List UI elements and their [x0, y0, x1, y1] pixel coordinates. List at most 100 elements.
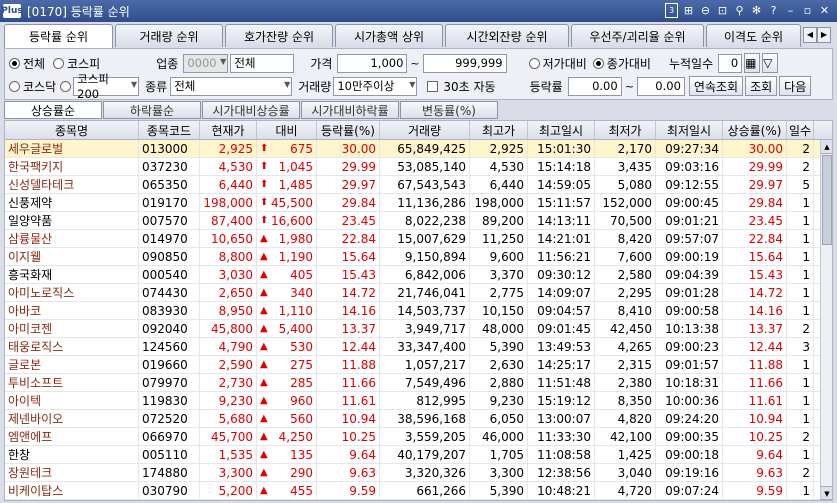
col-price[interactable]: 현재가	[200, 121, 257, 139]
volume-select[interactable]: 10만주이상	[333, 76, 418, 96]
industry-name-field[interactable]: 전체	[230, 53, 295, 73]
table-row[interactable]: 삼륭물산 014970 10,650 ▲ 1,980 22.84 15,007,629 11,…	[5, 230, 832, 248]
radio-market-kospi[interactable]: 코스피	[53, 55, 100, 72]
filter-icon[interactable]: ▽	[762, 53, 779, 73]
tab-volume-rank[interactable]: 거래량 순위	[115, 24, 223, 47]
price-from-input[interactable]: 1,000	[337, 53, 408, 73]
auto-checkbox[interactable]	[427, 80, 439, 92]
industry-code-select[interactable]: 0000	[183, 53, 229, 73]
table-row[interactable]: 신풍제약 019170 198,000 ⬆ 45,500 29.84 11,136,286 1…	[5, 194, 832, 212]
col-low[interactable]: 최저가	[595, 121, 656, 139]
col-high-time[interactable]: 최고일시	[528, 121, 595, 139]
close-icon[interactable]: ✕	[818, 3, 831, 18]
col-rise[interactable]: 상승률(%)	[723, 121, 787, 139]
rate-from-input[interactable]: 0.00	[567, 76, 622, 96]
up-arrow-icon: ▲	[260, 395, 268, 406]
tab-disparity-rank[interactable]: 이격도 순위	[706, 24, 801, 47]
query-button[interactable]: 조회	[745, 76, 778, 96]
table-row[interactable]: 일양약품 007570 87,400 ⬆ 16,600 23.45 8,022,238 89,…	[5, 212, 832, 230]
scroll-thumb[interactable]	[822, 155, 832, 245]
copy-icon[interactable]: ⊞	[682, 3, 695, 18]
table-row[interactable]: 아이텍 119830 9,230 ▲ 960 11.61 812,995 9,230 15:19…	[5, 392, 832, 410]
col-high[interactable]: 최고가	[470, 121, 528, 139]
radio-market-kosdaq[interactable]: 코스닥	[9, 78, 56, 95]
days-input[interactable]: 0	[718, 53, 743, 73]
page-box-icon[interactable]: 3	[665, 3, 678, 18]
subtab-fall[interactable]: 하락률순	[103, 101, 201, 119]
next-button[interactable]: 다음	[779, 76, 812, 96]
cell-volume: 11,136,286	[380, 194, 470, 211]
cell-rise: 15.43	[723, 266, 787, 283]
type-select[interactable]: 전체	[170, 76, 293, 96]
col-rate[interactable]: 등락률(%)	[317, 121, 380, 139]
window-restore-icon[interactable]: ▫	[801, 3, 814, 18]
radio-low-vs[interactable]: 저가대비	[528, 55, 587, 72]
tab-preferred-rank[interactable]: 우선주/괴리율 순위	[571, 24, 704, 47]
up-arrow-icon: ▲	[260, 323, 268, 334]
col-code[interactable]: 종목코드	[139, 121, 200, 139]
tab-afterhours-rank[interactable]: 시간외잔량 순위	[445, 24, 569, 47]
table-row[interactable]: 한창 005110 1,535 ▲ 135 9.64 40,179,207 1,705 11:0…	[5, 446, 832, 464]
table-row[interactable]: 흥국화재 000540 3,030 ▲ 405 15.43 6,842,006 3,370 09…	[5, 266, 832, 284]
tab-left-icon[interactable]: ◀	[803, 27, 817, 43]
table-row[interactable]: 투비소프트 079970 2,730 ▲ 285 11.66 7,549,496 2,880 1…	[5, 374, 832, 392]
col-change[interactable]: 대비	[257, 121, 317, 139]
radio-index[interactable]	[60, 80, 72, 92]
table-row[interactable]: 이지웰 090850 8,800 ▲ 1,190 15.64 9,150,894 9,600 1…	[5, 248, 832, 266]
subtab-volatility[interactable]: 변동률(%)	[400, 101, 498, 119]
subtab-rise[interactable]: 상승률순	[4, 101, 102, 119]
subtab-open-rise[interactable]: 시가대비상승률	[202, 101, 300, 119]
cell-volume: 15,007,629	[380, 230, 470, 247]
col-volume[interactable]: 거래량	[380, 121, 470, 139]
table-row[interactable]: 아미코젠 092040 45,800 ▲ 5,400 13.37 3,949,717 48,0…	[5, 320, 832, 338]
cell-low: 152,000	[595, 194, 656, 211]
price-to-input[interactable]: 999,999	[422, 53, 507, 73]
col-name[interactable]: 종목명	[5, 121, 139, 139]
cell-low: 4,265	[595, 338, 656, 355]
scroll-down-icon[interactable]: ▼	[821, 486, 832, 500]
radio-market-all[interactable]: 전체	[9, 55, 45, 72]
up-arrow-icon: ⬆	[260, 215, 269, 226]
calendar-icon[interactable]: ▦	[744, 53, 761, 73]
cell-code: 083930	[139, 302, 200, 319]
table-row[interactable]: 세우글로벌 013000 2,925 ⬆ 675 30.00 65,849,425 2,925…	[5, 140, 832, 158]
cell-volume: 67,543,543	[380, 176, 470, 193]
vertical-scrollbar[interactable]: ▲ ▼	[820, 140, 832, 500]
tab-marketcap-rank[interactable]: 시가총액 상위	[335, 24, 443, 47]
pin-icon[interactable]: ⚲	[733, 3, 746, 18]
cell-low-time: 09:24:20	[656, 410, 723, 427]
table-row[interactable]: 장원테크 174880 3,300 ▲ 290 9.63 3,320,326 3,300 12:…	[5, 464, 832, 482]
col-low-time[interactable]: 최저일시	[656, 121, 723, 139]
minimize-icon[interactable]: ⊖	[699, 3, 712, 18]
table-row[interactable]: 아미노로직스 074430 2,650 ▲ 340 14.72 21,746,041 2,77…	[5, 284, 832, 302]
table-row[interactable]: 신성델타테크 065350 6,440 ⬆ 1,485 29.97 67,543,543 6,…	[5, 176, 832, 194]
scroll-up-icon[interactable]: ▲	[821, 140, 832, 154]
col-days[interactable]: 일수	[787, 121, 814, 139]
window-minimize-icon[interactable]: –	[784, 3, 797, 18]
link-icon[interactable]: ✻	[750, 3, 763, 18]
tab-rate-rank[interactable]: 등락률 순위	[4, 24, 113, 48]
cell-high-time: 14:59:05	[528, 176, 595, 193]
continuous-query-button[interactable]: 연속조회	[688, 76, 744, 96]
cell-code: 090850	[139, 248, 200, 265]
table-row[interactable]: 한국팩키지 037230 4,530 ⬆ 1,045 29.99 53,085,140 4,5…	[5, 158, 832, 176]
rate-to-input[interactable]: 0.00	[636, 76, 685, 96]
radio-close-vs[interactable]: 종가대비	[592, 55, 651, 72]
tab-right-icon[interactable]: ▶	[817, 27, 831, 43]
cell-volume: 3,559,205	[380, 428, 470, 445]
table-row[interactable]: 비케이탑스 030790 5,200 ▲ 455 9.59 661,266 5,390 10:4…	[5, 482, 832, 500]
help-icon[interactable]: ?	[767, 3, 780, 18]
index-select[interactable]: 코스피200	[73, 72, 140, 101]
resize-icon[interactable]: ⊡	[716, 3, 729, 18]
cell-low: 4,720	[595, 482, 656, 499]
table-row[interactable]: 글로본 019660 2,590 ▲ 275 11.88 1,057,217 2,630 14:…	[5, 356, 832, 374]
cell-price: 2,590	[200, 356, 257, 373]
tab-orderbook-rank[interactable]: 호가잔량 순위	[225, 24, 333, 47]
table-row[interactable]: 태웅로직스 124560 4,790 ▲ 530 12.44 33,347,400 5,390…	[5, 338, 832, 356]
cell-days: 1	[787, 374, 814, 391]
cell-change: 16,600	[271, 213, 313, 228]
subtab-open-fall[interactable]: 시가대비하락률	[301, 101, 399, 119]
table-row[interactable]: 아바코 083930 8,950 ▲ 1,110 14.16 14,503,737 10,15…	[5, 302, 832, 320]
table-row[interactable]: 제넨바이오 072520 5,680 ▲ 560 10.94 38,596,168 6,050…	[5, 410, 832, 428]
table-row[interactable]: 엠앤에프 066970 45,700 ▲ 4,250 10.25 3,559,205 46,0…	[5, 428, 832, 446]
